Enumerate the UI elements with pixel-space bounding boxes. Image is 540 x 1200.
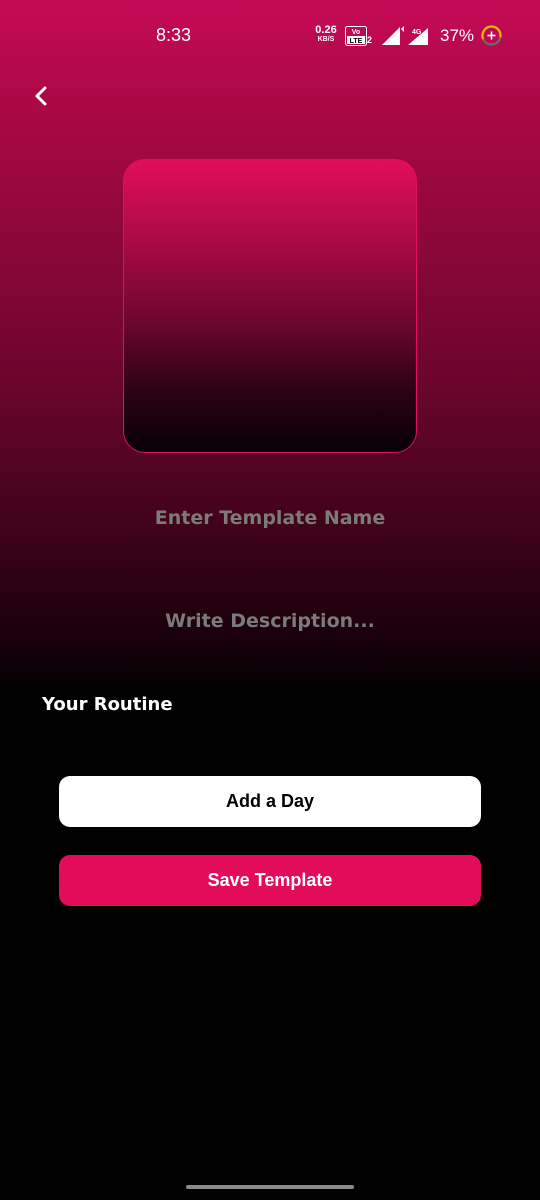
volte-label-bottom: LTE <box>350 38 363 45</box>
battery-percent: 37% <box>440 26 475 45</box>
battery-saver-icon <box>481 25 502 46</box>
signal-icon <box>382 26 404 45</box>
signal-4g-icon: 4G <box>408 28 428 45</box>
routine-section-title: Your Routine <box>42 694 173 715</box>
add-day-button[interactable]: Add a Day <box>59 776 481 827</box>
network-speed-unit: KB/S <box>317 36 335 43</box>
create-template-screen: 8:33 0.26 KB/S Vo LTE 2 4G 37% Enter Tem… <box>0 0 540 1200</box>
back-button[interactable] <box>26 80 58 112</box>
template-description-input[interactable] <box>40 603 500 639</box>
volte-icon: Vo LTE 2 <box>345 26 372 46</box>
network-speed: 0.26 KB/S <box>313 25 339 44</box>
template-image-picker[interactable] <box>123 159 417 453</box>
save-template-button[interactable]: Save Template <box>59 855 481 906</box>
navigation-handle[interactable] <box>186 1185 354 1189</box>
network-type-label: 4G <box>412 29 422 36</box>
status-time: 8:33 <box>156 25 192 45</box>
template-name-input[interactable] <box>40 500 500 536</box>
volte-sim-number: 2 <box>367 35 372 45</box>
volte-label-top: Vo <box>352 29 360 36</box>
status-bar: 8:33 0.26 KB/S Vo LTE 2 4G 37% <box>0 0 540 72</box>
chevron-left-icon <box>35 86 47 106</box>
